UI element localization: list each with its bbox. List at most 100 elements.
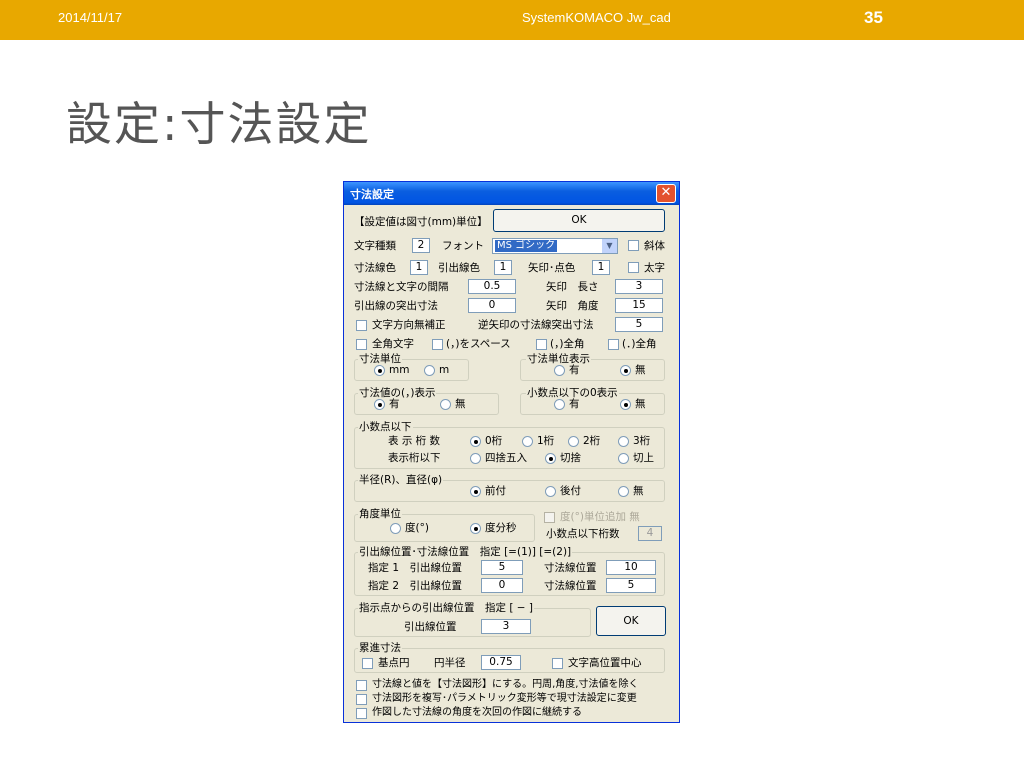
page-number: 35	[864, 8, 883, 27]
gap-label: 寸法線と文字の間隔	[354, 281, 449, 293]
bold-checkbox[interactable]	[628, 262, 639, 273]
spec1-label: 指定 1 引出線位置	[368, 562, 463, 574]
dim-line-color-field[interactable]: 1	[410, 260, 428, 275]
comma-full-label: (，)全角	[550, 338, 585, 350]
font-label: フォント	[442, 240, 484, 252]
none-label: 無	[633, 485, 644, 497]
dialog-titlebar[interactable]: 寸法設定 ✕	[344, 182, 679, 205]
cumulative-group-label: 累進寸法	[358, 641, 402, 655]
unit-mm-radio[interactable]	[374, 365, 385, 376]
dimension-settings-dialog: 寸法設定 ✕ 【設定値は図寸(mm)単位】 OK 文字種類 2 フォント MS …	[343, 181, 680, 723]
comma-display-yes-radio[interactable]	[374, 399, 385, 410]
point-group-label: 指示点からの引出線位置 指定 [ − ]	[358, 601, 535, 615]
digit2-radio[interactable]	[568, 436, 579, 447]
header-date: 2014/11/17	[58, 10, 123, 25]
round-up-label: 切上	[633, 452, 654, 464]
point-ext-field[interactable]: 3	[481, 619, 531, 634]
italic-checkbox[interactable]	[628, 240, 639, 251]
close-icon[interactable]: ✕	[656, 184, 676, 203]
slide-title: 設定:寸法設定	[66, 97, 372, 151]
text-center-checkbox[interactable]	[552, 658, 563, 669]
spec2-ext-field[interactable]: 0	[481, 578, 523, 593]
prefix-radio[interactable]	[470, 486, 481, 497]
deg-unit-add-label: 度(°)単位追加 無	[560, 511, 640, 523]
fullwidth-label: 全角文字	[372, 338, 414, 350]
comma-display-no-label: 無	[455, 398, 466, 410]
dim-figure-checkbox[interactable]	[356, 680, 367, 691]
font-select[interactable]: MS ゴシック ▼	[492, 238, 618, 254]
arrow-length-label: 矢印 長さ	[546, 281, 599, 293]
comma-full-checkbox[interactable]	[536, 339, 547, 350]
char-type-field[interactable]: 2	[412, 238, 430, 253]
unit-display-yes-label: 有	[569, 364, 580, 376]
decimal-digits-label: 小数点以下桁数	[546, 528, 620, 540]
header-bar: 2014/11/17 SystemKOMACO Jw_cad 35	[0, 0, 1024, 40]
fullwidth-checkbox[interactable]	[356, 339, 367, 350]
unit-display-yes-radio[interactable]	[554, 365, 565, 376]
suffix-radio[interactable]	[545, 486, 556, 497]
zero-display-no-radio[interactable]	[620, 399, 631, 410]
degree-radio[interactable]	[390, 523, 401, 534]
no-dir-correction-checkbox[interactable]	[356, 320, 367, 331]
unit-m-label: m	[439, 364, 450, 376]
decimal-group-label: 小数点以下	[358, 420, 413, 434]
arrow-angle-label: 矢印 角度	[546, 300, 599, 312]
spec2-dim-label: 寸法線位置	[544, 580, 597, 592]
font-selected-value: MS ゴシック	[495, 240, 558, 252]
chevron-down-icon[interactable]: ▼	[602, 239, 617, 253]
digit0-label: 0桁	[485, 435, 503, 447]
digit0-radio[interactable]	[470, 436, 481, 447]
digits-label: 表 示 桁 数	[388, 435, 441, 447]
period-full-label: (．)全角	[622, 338, 657, 350]
period-full-checkbox[interactable]	[608, 339, 619, 350]
point-ok-button[interactable]: OK	[596, 606, 666, 636]
spec1-dim-field[interactable]: 10	[606, 560, 656, 575]
digit1-radio[interactable]	[522, 436, 533, 447]
arrow-color-label: 矢印･点色	[528, 262, 576, 274]
rev-arrow-label: 逆矢印の寸法線突出寸法	[478, 319, 594, 331]
arrow-length-field[interactable]: 3	[615, 279, 663, 294]
arrow-color-field[interactable]: 1	[592, 260, 610, 275]
position-group-label: 引出線位置･寸法線位置 指定 [=(1)] [=(2)]	[358, 545, 573, 559]
unit-note: 【設定値は図寸(mm)単位】	[354, 216, 488, 228]
header-title: SystemKOMACO Jw_cad	[522, 10, 671, 25]
decimal-digits-field[interactable]: 4	[638, 526, 662, 541]
italic-label: 斜体	[644, 240, 665, 252]
base-circle-label: 基点円	[378, 657, 410, 669]
zero-display-yes-radio[interactable]	[554, 399, 565, 410]
dim-figure-update-checkbox[interactable]	[356, 694, 367, 705]
spec2-dim-field[interactable]: 5	[606, 578, 656, 593]
round-half-label: 四捨五入	[485, 452, 527, 464]
dim-figure-update-label: 寸法図形を複写･パラメトリック変形等で現寸法設定に変更	[372, 693, 637, 704]
gap-field[interactable]: 0.5	[468, 279, 516, 294]
comma-space-checkbox[interactable]	[432, 339, 443, 350]
ok-button[interactable]: OK	[493, 209, 665, 232]
circle-radius-field[interactable]: 0.75	[481, 655, 521, 670]
keep-angle-checkbox[interactable]	[356, 708, 367, 719]
deg-unit-add-checkbox[interactable]	[544, 512, 555, 523]
unit-m-radio[interactable]	[424, 365, 435, 376]
ext-line-color-field[interactable]: 1	[494, 260, 512, 275]
base-circle-checkbox[interactable]	[362, 658, 373, 669]
ext-line-color-label: 引出線色	[438, 262, 480, 274]
unit-display-no-radio[interactable]	[620, 365, 631, 376]
round-up-radio[interactable]	[618, 453, 629, 464]
comma-display-no-radio[interactable]	[440, 399, 451, 410]
angle-group-label: 角度単位	[358, 507, 402, 521]
digit3-radio[interactable]	[618, 436, 629, 447]
dms-radio[interactable]	[470, 523, 481, 534]
arrow-angle-field[interactable]: 15	[615, 298, 663, 313]
suffix-label: 後付	[560, 485, 581, 497]
comma-display-yes-label: 有	[389, 398, 400, 410]
dialog-title: 寸法設定	[350, 188, 394, 201]
char-type-label: 文字種類	[354, 240, 396, 252]
text-center-label: 文字高位置中心	[568, 657, 642, 669]
spec1-ext-field[interactable]: 5	[481, 560, 523, 575]
round-half-radio[interactable]	[470, 453, 481, 464]
unit-display-no-label: 無	[635, 364, 646, 376]
digit3-label: 3桁	[633, 435, 651, 447]
round-down-radio[interactable]	[545, 453, 556, 464]
rev-arrow-field[interactable]: 5	[615, 317, 663, 332]
ext-overshoot-field[interactable]: 0	[468, 298, 516, 313]
none-radio[interactable]	[618, 486, 629, 497]
